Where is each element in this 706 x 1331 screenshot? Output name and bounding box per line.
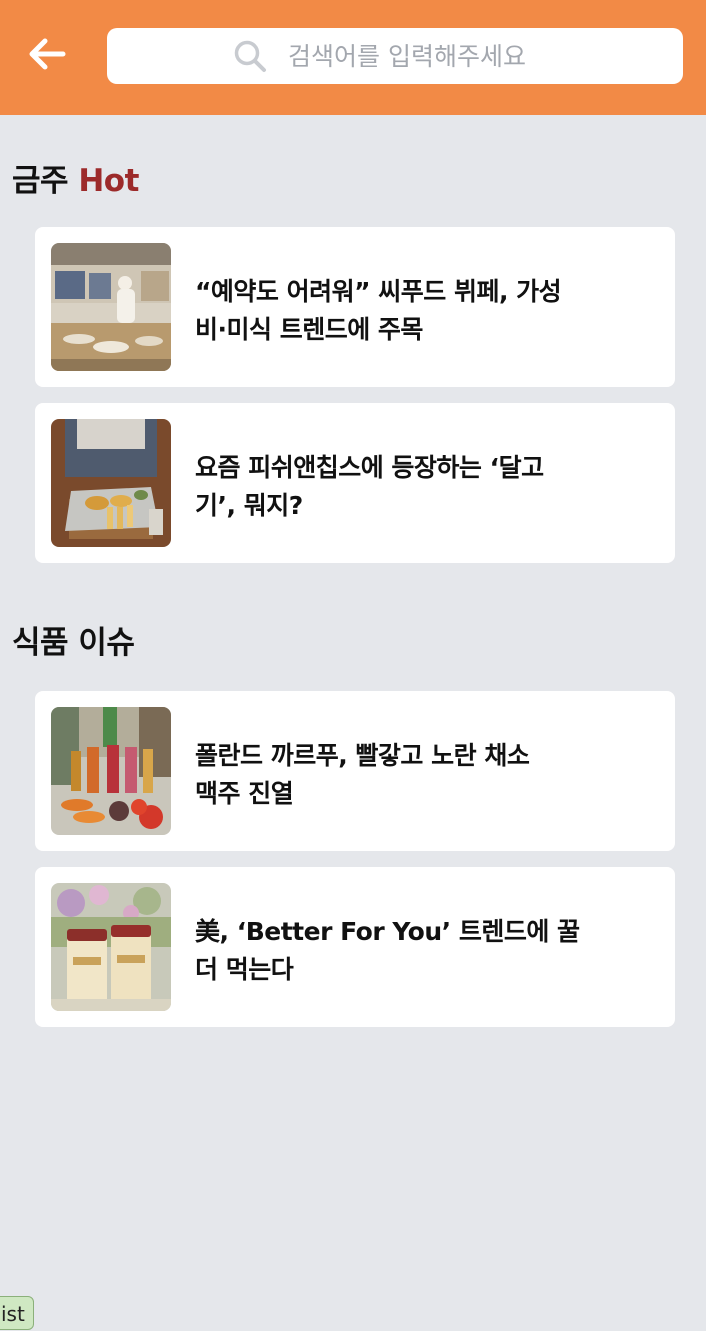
article-title: 폴란드 까르푸, 빨갛고 노란 채소 맥주 진열	[195, 741, 530, 808]
section-title-accent: Hot	[78, 163, 139, 199]
section-title-text: 금주	[12, 163, 79, 199]
search-box[interactable]	[107, 28, 683, 84]
article-title: “예약도 어려워” 씨푸드 뷔페, 가성 비·미식 트렌드에 주목	[195, 277, 562, 344]
section-title-hot: 금주 Hot	[12, 155, 139, 200]
article-card[interactable]: 폴란드 까르푸, 빨갛고 노란 채소 맥주 진열	[35, 691, 675, 851]
article-title: 요즘 피쉬앤칩스에 등장하는 ‘달고 기’, 뭐지?	[195, 453, 544, 520]
article-thumbnail	[51, 707, 171, 835]
article-title: 美, ‘Better For You’ 트렌드에 꿀 더 먹는다	[195, 917, 580, 984]
article-card[interactable]: 요즘 피쉬앤칩스에 등장하는 ‘달고 기’, 뭐지?	[35, 403, 675, 563]
app-header	[0, 0, 706, 115]
section-title-text: 식품 이슈	[12, 625, 135, 661]
article-thumbnail	[51, 419, 171, 547]
search-input[interactable]	[288, 41, 558, 71]
back-button[interactable]	[20, 30, 74, 78]
arrow-left-icon	[29, 38, 66, 70]
article-card[interactable]: “예약도 어려워” 씨푸드 뷔페, 가성 비·미식 트렌드에 주목	[35, 227, 675, 387]
article-thumbnail	[51, 883, 171, 1011]
dev-badge[interactable]: ist	[0, 1296, 34, 1330]
section-title-food-issue: 식품 이슈	[12, 617, 135, 662]
article-thumbnail	[51, 243, 171, 371]
article-card[interactable]: 美, ‘Better For You’ 트렌드에 꿀 더 먹는다	[35, 867, 675, 1027]
search-icon	[232, 38, 268, 74]
